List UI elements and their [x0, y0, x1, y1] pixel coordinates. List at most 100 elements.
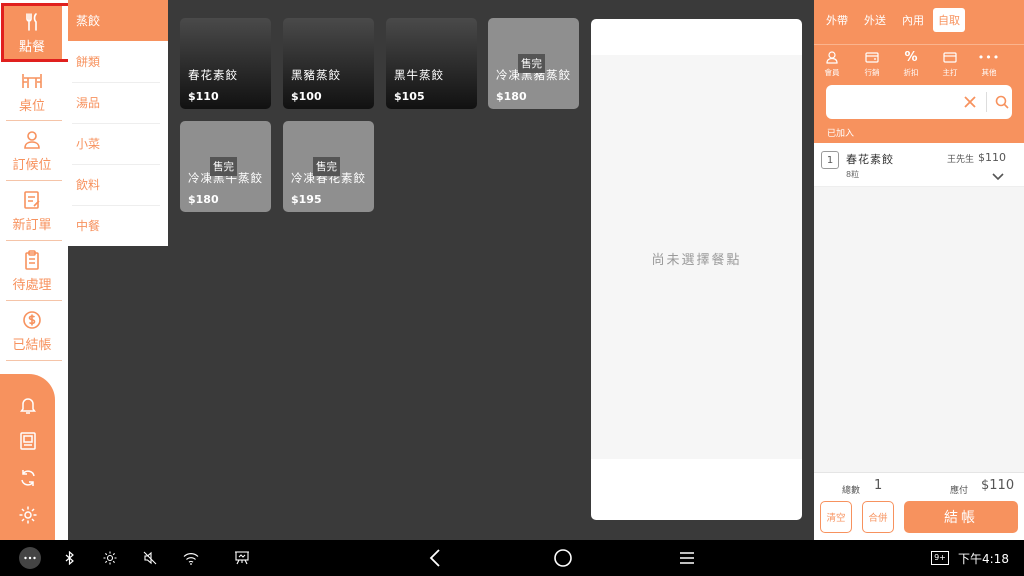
amount-due-label: 應付 [950, 486, 969, 496]
person-icon [21, 129, 43, 151]
tool-discount[interactable]: % 折扣 [891, 50, 931, 78]
tool-label: 行銷 [864, 68, 880, 77]
product-name: 黑牛蒸餃 [394, 68, 444, 82]
product-tile-sold-out[interactable]: 冷凍春花素餃 售完 $195 [283, 121, 374, 212]
tool-other[interactable]: ••• 其他 [969, 50, 1009, 78]
nav-divider [6, 180, 62, 181]
search-input[interactable] [834, 91, 956, 113]
back-icon[interactable] [425, 546, 445, 570]
receipt-icon[interactable] [17, 430, 39, 452]
clipboard-icon [21, 249, 43, 271]
marketing-icon [865, 50, 879, 65]
tab-takeout[interactable]: 外帶 [822, 8, 852, 32]
order-header: 外帶 外送 內用 自取 會員 行銷 % 折扣 主打 ••• 其他 已加入 [814, 0, 1024, 143]
nav-bottom-panel [0, 374, 55, 540]
nav-item-pending[interactable]: 待處理 [2, 242, 62, 300]
order-line-item[interactable]: 1 春花素餃 8粒 王先生 $110 [814, 143, 1024, 187]
category-item[interactable]: 蒸餃 [68, 0, 168, 41]
product-price: $195 [291, 193, 322, 206]
more-icon: ••• [977, 51, 1001, 64]
edit-document-icon [21, 189, 43, 211]
tab-pickup[interactable]: 自取 [933, 8, 965, 32]
member-icon [826, 50, 838, 65]
category-item[interactable]: 小菜 [68, 123, 160, 164]
item-detail-panel: 尚未選擇餐點 [591, 19, 802, 520]
product-tile[interactable]: 春花素餃 $110 [180, 18, 271, 109]
tool-label: 折扣 [903, 68, 919, 77]
nav-divider [6, 240, 62, 241]
mute-icon[interactable] [140, 546, 160, 570]
line-customer: 王先生 [947, 155, 975, 165]
gear-icon[interactable] [17, 504, 39, 526]
product-price: $180 [496, 90, 527, 103]
nav-item-new-order[interactable]: 新訂單 [2, 182, 62, 240]
bell-icon[interactable] [17, 394, 39, 416]
product-tile[interactable]: 黑豬蒸餃 $100 [283, 18, 374, 109]
clock: 下午4:18 [958, 552, 1009, 566]
amount-due-value: $110 [981, 478, 1015, 493]
added-section-label: 已加入 [827, 129, 855, 139]
category-item[interactable]: 飲料 [68, 164, 160, 205]
screencast-icon[interactable] [230, 546, 254, 570]
recents-menu-icon[interactable] [677, 546, 697, 570]
merge-order-button[interactable]: 合併 [862, 501, 894, 533]
product-price: $105 [394, 90, 425, 103]
total-count-value: 1 [874, 478, 883, 493]
product-price: $180 [188, 193, 219, 206]
order-panel: 外帶 外送 內用 自取 會員 行銷 % 折扣 主打 ••• 其他 已加入 1 春… [814, 0, 1024, 540]
line-qty[interactable]: 1 [821, 151, 839, 169]
nav-label: 桌位 [18, 99, 45, 114]
line-item-option: 8粒 [846, 170, 860, 179]
dollar-circle-icon [21, 309, 43, 331]
tab-delivery[interactable]: 外送 [860, 8, 890, 32]
tool-member[interactable]: 會員 [812, 50, 852, 78]
tab-dine-in[interactable]: 內用 [898, 8, 928, 32]
more-apps-icon[interactable] [18, 546, 42, 570]
nav-label: 已結帳 [12, 338, 52, 353]
search-box [826, 85, 1012, 119]
clear-icon[interactable] [960, 92, 980, 112]
sync-icon[interactable] [17, 467, 39, 489]
brightness-icon[interactable] [100, 546, 120, 570]
table-chairs-icon [21, 70, 43, 92]
utensils-icon [21, 11, 43, 33]
nav-item-order[interactable]: 點餐 [2, 4, 62, 62]
tool-label: 會員 [824, 68, 840, 77]
featured-icon [943, 50, 957, 65]
category-item[interactable]: 湯品 [68, 82, 160, 123]
sold-out-badge: 售完 [518, 54, 545, 73]
product-price: $110 [188, 90, 219, 103]
category-list: 蒸餃 餅類 湯品 小菜 飲料 中餐 [68, 0, 168, 246]
category-item[interactable]: 餅類 [68, 41, 160, 82]
nav-item-reservation[interactable]: 訂候位 [2, 122, 62, 180]
bluetooth-icon[interactable] [60, 546, 80, 570]
left-nav: 點餐 桌位 訂候位 新訂單 待處理 已結帳 [0, 0, 73, 540]
nav-item-paid[interactable]: 已結帳 [2, 302, 62, 360]
category-item[interactable]: 中餐 [68, 205, 160, 246]
nav-item-tables[interactable]: 桌位 [2, 63, 62, 121]
product-tile[interactable]: 黑牛蒸餃 $105 [386, 18, 477, 109]
nav-label: 新訂單 [12, 218, 52, 233]
product-name: 春花素餃 [188, 68, 238, 82]
search-icon[interactable] [992, 92, 1012, 112]
tool-marketing[interactable]: 行銷 [852, 50, 892, 78]
tool-featured[interactable]: 主打 [930, 50, 970, 78]
checkout-button[interactable]: 結帳 [904, 501, 1018, 533]
nav-divider [6, 360, 62, 361]
notification-count-icon[interactable]: 9+ [930, 546, 950, 570]
chevron-down-icon[interactable] [991, 167, 1005, 181]
percent-icon: % [904, 50, 918, 65]
wifi-icon[interactable] [180, 546, 202, 570]
nav-divider [6, 300, 62, 301]
total-count-label: 總數 [842, 486, 861, 496]
product-tile-sold-out[interactable]: 冷凍黑豬蒸餃 售完 $180 [488, 18, 579, 109]
system-navigation-bar: 9+ 下午4:18 [0, 540, 1024, 576]
empty-selection-text: 尚未選擇餐點 [651, 253, 742, 268]
clear-order-button[interactable]: 清空 [820, 501, 852, 533]
nav-label: 待處理 [12, 278, 52, 293]
product-price: $100 [291, 90, 322, 103]
home-icon[interactable] [552, 546, 574, 570]
line-item-name: 春花素餃 [846, 153, 894, 166]
product-tile-sold-out[interactable]: 冷凍黑牛蒸餃 售完 $180 [180, 121, 271, 212]
tool-label: 其他 [981, 68, 997, 77]
